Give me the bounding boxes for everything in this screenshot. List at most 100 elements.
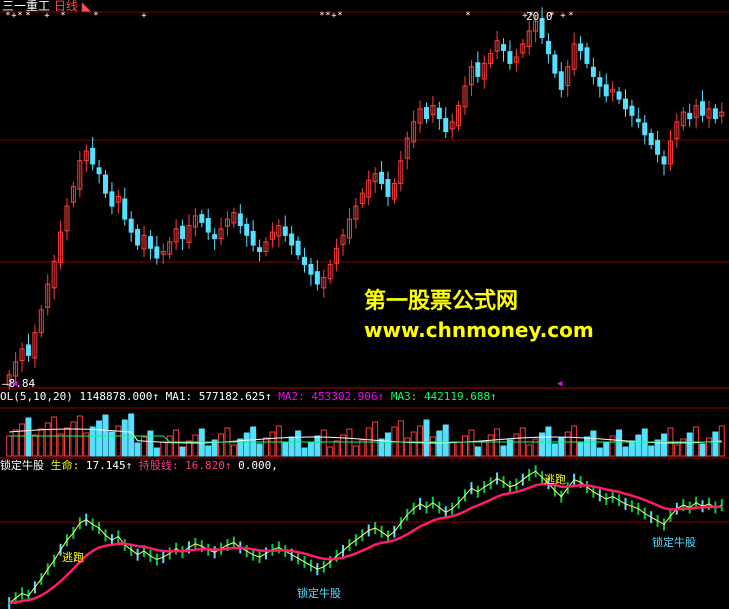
candle-body bbox=[545, 40, 551, 55]
volume-bar bbox=[295, 430, 302, 457]
signal-star: * bbox=[465, 11, 470, 21]
volume-bar bbox=[31, 434, 38, 457]
volume-bar bbox=[513, 433, 520, 457]
candle-body bbox=[635, 118, 641, 123]
volume-bar bbox=[635, 434, 642, 457]
candle-body bbox=[385, 179, 391, 197]
volume-bar bbox=[218, 433, 225, 457]
volume-bar bbox=[616, 429, 623, 457]
volume-bar bbox=[442, 424, 449, 457]
candle-body bbox=[25, 344, 31, 356]
volume-bar bbox=[661, 433, 668, 457]
indicator-legend: 锁定牛股 生命: 17.145↑ 持股线: 16.820↑ 0.000, bbox=[0, 459, 278, 472]
volume-bar bbox=[327, 446, 334, 457]
candle-body bbox=[578, 43, 584, 51]
candle-body bbox=[642, 122, 648, 136]
candle-body bbox=[648, 132, 654, 146]
volume-bar bbox=[481, 440, 488, 457]
volume-bar bbox=[262, 437, 269, 457]
hold-line bbox=[9, 482, 722, 605]
candle-body bbox=[507, 51, 513, 64]
volume-bar bbox=[205, 445, 212, 457]
volume-bar bbox=[564, 431, 571, 457]
volume-bar bbox=[192, 434, 199, 457]
volume-bar bbox=[12, 429, 19, 457]
candle-body bbox=[314, 271, 320, 285]
volume-bar bbox=[19, 423, 26, 457]
volume-bar bbox=[320, 429, 327, 457]
volume-bar bbox=[455, 441, 462, 457]
candle-body bbox=[655, 140, 661, 155]
candle-body bbox=[109, 191, 115, 207]
volume-bar bbox=[121, 419, 128, 457]
right-marker-icon: ◀ bbox=[557, 379, 563, 389]
volume-bar bbox=[269, 431, 276, 457]
candle-body bbox=[122, 198, 128, 220]
volume-bar bbox=[314, 435, 321, 457]
annotation-lock-1: 锁定牛股 bbox=[297, 587, 341, 600]
volume-bar bbox=[372, 421, 379, 457]
volume-bar bbox=[558, 437, 565, 457]
candle-body bbox=[212, 234, 218, 240]
annotation-lock-2: 锁定牛股 bbox=[652, 536, 696, 549]
volume-bar bbox=[404, 437, 411, 457]
candle-body bbox=[289, 233, 295, 246]
volume-bar bbox=[468, 429, 475, 457]
volume-bar bbox=[384, 432, 391, 457]
volume-bar bbox=[487, 434, 494, 457]
volume-bar bbox=[429, 436, 436, 457]
volume-bar bbox=[96, 420, 103, 457]
volume-bar bbox=[423, 419, 430, 457]
volume-bar bbox=[596, 447, 603, 457]
high-price-label: 20.0 bbox=[526, 10, 553, 23]
volume-bar bbox=[89, 426, 96, 457]
volume-bar bbox=[160, 441, 167, 457]
volume-bar bbox=[686, 432, 693, 457]
candle-body bbox=[237, 213, 243, 227]
candle-body bbox=[257, 247, 263, 253]
watermark-title: 第一股票公式网 bbox=[364, 289, 519, 314]
volume-bar bbox=[583, 436, 590, 457]
period-arrow-icon[interactable]: ◣ bbox=[82, 0, 91, 13]
candle-body bbox=[712, 108, 718, 120]
volume-bar bbox=[590, 430, 597, 457]
volume-bar bbox=[648, 445, 655, 457]
candle-body bbox=[552, 54, 558, 74]
volume-bar bbox=[153, 447, 160, 457]
candle-body bbox=[250, 230, 256, 246]
candle-body bbox=[90, 147, 96, 165]
period-label[interactable]: 日线 bbox=[54, 0, 78, 13]
candle-body bbox=[308, 264, 314, 275]
candle-body bbox=[501, 44, 507, 51]
signal-star: * bbox=[319, 11, 324, 21]
volume-bar bbox=[551, 443, 558, 457]
candle-body bbox=[616, 91, 622, 100]
candle-body bbox=[475, 62, 481, 77]
volume-bar bbox=[410, 431, 417, 457]
volume-bar bbox=[288, 436, 295, 457]
volume-bar bbox=[500, 445, 507, 457]
volume-bar bbox=[38, 428, 45, 457]
signal-star: + bbox=[141, 11, 147, 21]
volume-bar bbox=[622, 446, 629, 457]
volume-bar bbox=[141, 436, 148, 457]
signal-star: * bbox=[93, 11, 98, 21]
volume-bar bbox=[275, 425, 282, 457]
chart-title: 三一重工 日线 ◣ bbox=[2, 0, 91, 12]
volume-bar bbox=[333, 440, 340, 457]
volume-bar bbox=[705, 437, 712, 457]
volume-bar bbox=[609, 435, 616, 457]
volume-bar bbox=[628, 440, 635, 457]
volume-bar bbox=[147, 430, 154, 457]
volume-bar bbox=[25, 417, 32, 457]
volume-bar bbox=[462, 435, 469, 457]
candle-body bbox=[590, 66, 596, 77]
candle-body bbox=[96, 167, 102, 175]
volume-bar bbox=[57, 433, 64, 457]
annotation-escape-2: 逃跑 bbox=[544, 473, 566, 486]
signal-star: * bbox=[325, 11, 330, 21]
low-price-label: —8.84 bbox=[2, 377, 36, 390]
annotation-escape-1: 逃跑 bbox=[62, 551, 84, 564]
volume-bar bbox=[712, 431, 719, 457]
candle-body bbox=[295, 240, 301, 256]
